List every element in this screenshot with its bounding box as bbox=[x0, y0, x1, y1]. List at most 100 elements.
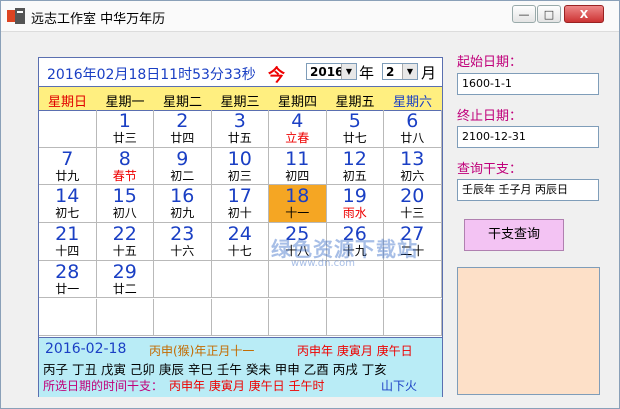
month-select-value: 2 bbox=[386, 65, 395, 79]
day-number: 23 bbox=[170, 223, 195, 246]
lunar-day-label: 廿三 bbox=[112, 131, 137, 145]
calendar-day-cell[interactable]: 6 廿八 bbox=[384, 110, 442, 148]
calendar-day-cell[interactable]: 2 廿四 bbox=[154, 110, 212, 148]
result-panel bbox=[457, 267, 600, 395]
day-number: 24 bbox=[227, 223, 252, 246]
empty-day-cell bbox=[154, 298, 212, 337]
lunar-day-label: 初八 bbox=[112, 206, 137, 221]
calendar-day-cell[interactable]: 3 廿五 bbox=[211, 110, 269, 148]
calendar-day-cell[interactable]: 5 廿七 bbox=[326, 110, 384, 148]
empty-day-cell bbox=[39, 298, 97, 337]
lunar-day-label: 廿九 bbox=[55, 168, 80, 183]
chevron-down-icon[interactable]: ▼ bbox=[402, 64, 417, 79]
lunar-day-label: 廿一 bbox=[55, 281, 80, 296]
calendar-day-cell[interactable]: 8 春节 bbox=[96, 147, 154, 186]
calendar-day-cell[interactable]: 24 十七 bbox=[211, 223, 269, 261]
calendar-day-cell[interactable]: 15 初八 bbox=[96, 185, 154, 224]
day-number: 29 bbox=[112, 260, 137, 283]
day-number: 10 bbox=[227, 147, 252, 170]
day-number: 1 bbox=[118, 110, 131, 132]
calendar-day-cell[interactable]: 9 初二 bbox=[154, 147, 212, 186]
day-number: 17 bbox=[227, 185, 252, 208]
lunar-day-label: 廿八 bbox=[400, 131, 425, 145]
calendar-day-cell[interactable]: 12 初五 bbox=[326, 147, 384, 186]
calendar-day-cell[interactable]: 17 初十 bbox=[211, 185, 269, 224]
weekday-label: 星期一 bbox=[105, 95, 145, 110]
lunar-day-label: 初十 bbox=[227, 206, 252, 221]
empty-day-cell bbox=[384, 298, 442, 337]
day-number: 5 bbox=[348, 110, 361, 132]
lunar-day-label: 廿四 bbox=[170, 131, 195, 145]
day-number: 28 bbox=[55, 260, 80, 283]
lunar-day-label: 十三 bbox=[400, 206, 425, 221]
window-title: 远志工作室 中华万年历 bbox=[31, 12, 166, 27]
lunar-day-label: 初三 bbox=[227, 168, 252, 183]
ganzhi-query-input[interactable]: 壬辰年 壬子月 丙辰日 bbox=[457, 179, 599, 201]
day-number: 18 bbox=[285, 185, 310, 208]
day-number: 19 bbox=[342, 185, 367, 208]
calendar-grid: 1 廿三 2 廿四 3 廿五 4 立春 5 廿七 6 廿八 7 廿九 8 春节 9 初二 10 初三 11 初四 12 初五 1… bbox=[39, 110, 442, 337]
empty-day-cell bbox=[384, 260, 442, 299]
calendar-day-cell[interactable]: 16 初九 bbox=[154, 185, 212, 224]
selected-ganzhi: 丙申年 庚寅月 庚午日 壬午时 bbox=[169, 379, 325, 393]
day-number: 12 bbox=[342, 147, 367, 170]
start-date-label: 起始日期： bbox=[457, 55, 523, 70]
calendar-day-cell[interactable]: 19 雨水 bbox=[326, 185, 384, 224]
empty-day-cell bbox=[211, 260, 269, 299]
selected-date: 2016-02-18 bbox=[45, 341, 127, 357]
hour-ganzhi-list: 丙子 丁丑 戊寅 己卯 庚辰 辛巳 壬午 癸未 甲申 乙酉 丙戌 丁亥 bbox=[43, 362, 387, 377]
chevron-down-icon[interactable]: ▼ bbox=[341, 64, 356, 79]
lunar-day-label: 廿七 bbox=[342, 131, 367, 145]
minimize-button[interactable]: — bbox=[512, 5, 536, 23]
empty-day-cell bbox=[154, 260, 212, 299]
lunar-day-label: 廿五 bbox=[227, 131, 252, 145]
day-number: 7 bbox=[61, 147, 74, 170]
selected-ganzhi-prefix: 所选日期的时间干支： bbox=[43, 379, 164, 393]
month-select[interactable]: 2 ▼ bbox=[382, 63, 418, 80]
day-number: 13 bbox=[400, 147, 425, 170]
calendar-day-cell[interactable]: 4 立春 bbox=[269, 110, 327, 148]
calendar-panel: 2016年02月18日11时53分33秒 今 2016 ▼ 年 2 ▼ 月 星期… bbox=[38, 57, 443, 397]
calendar-day-cell[interactable]: 1 廿三 bbox=[96, 110, 154, 148]
weekday-label: 星期三 bbox=[220, 95, 260, 110]
calendar-day-cell[interactable]: 14 初七 bbox=[39, 185, 97, 224]
day-number: 2 bbox=[176, 110, 189, 132]
day-number: 16 bbox=[170, 185, 195, 208]
ganzhi-query-button[interactable]: 干支查询 bbox=[464, 219, 564, 251]
year-select-value: 2016 bbox=[310, 65, 344, 79]
weekday-header-row: 星期日 星期一 星期二 星期三 星期四 星期五 星期六 bbox=[39, 86, 442, 111]
day-number: 9 bbox=[176, 147, 189, 170]
today-button[interactable]: 今 bbox=[268, 61, 285, 86]
calendar-day-cell[interactable]: 10 初三 bbox=[211, 147, 269, 186]
maximize-button[interactable]: □ bbox=[537, 5, 561, 23]
weekday-label: 星期五 bbox=[335, 95, 375, 110]
nayin-label: 山下火 bbox=[381, 379, 418, 393]
calendar-day-cell[interactable]: 13 初六 bbox=[384, 147, 442, 186]
end-date-input[interactable]: 2100-12-31 bbox=[457, 126, 599, 148]
calendar-day-cell[interactable]: 21 十四 bbox=[39, 223, 97, 261]
day-number: 21 bbox=[55, 223, 80, 246]
empty-day-cell bbox=[39, 110, 97, 148]
ganzhi-ymd: 丙申年 庚寅月 庚午日 bbox=[297, 344, 413, 358]
day-number: 20 bbox=[400, 185, 425, 208]
calendar-day-cell[interactable]: 11 初四 bbox=[269, 147, 327, 186]
calendar-day-cell[interactable]: 28 廿一 bbox=[39, 260, 97, 299]
lunar-day-label: 初五 bbox=[342, 168, 367, 183]
calendar-day-cell[interactable]: 29 廿二 bbox=[96, 260, 154, 299]
calendar-day-cell[interactable]: 7 廿九 bbox=[39, 147, 97, 186]
weekday-label: 星期日 bbox=[47, 95, 87, 110]
weekday-label: 星期六 bbox=[392, 95, 432, 110]
calendar-day-cell[interactable]: 20 十三 bbox=[384, 185, 442, 224]
start-date-input[interactable]: 1600-1-1 bbox=[457, 73, 599, 95]
lunar-day-label: 初九 bbox=[170, 206, 195, 221]
end-date-label: 终止日期： bbox=[457, 109, 523, 124]
calendar-day-cell[interactable]: 22 十五 bbox=[96, 223, 154, 261]
year-select[interactable]: 2016 ▼ bbox=[306, 63, 357, 80]
lunar-day-label: 初二 bbox=[170, 168, 195, 183]
month-unit-label: 月 bbox=[421, 64, 437, 82]
calendar-day-cell[interactable]: 23 十六 bbox=[154, 223, 212, 261]
empty-day-cell bbox=[96, 298, 154, 337]
close-button[interactable]: X bbox=[564, 5, 604, 23]
lunar-day-label: 廿二 bbox=[112, 281, 137, 296]
calendar-day-cell[interactable]: 18 十一 bbox=[269, 185, 327, 224]
